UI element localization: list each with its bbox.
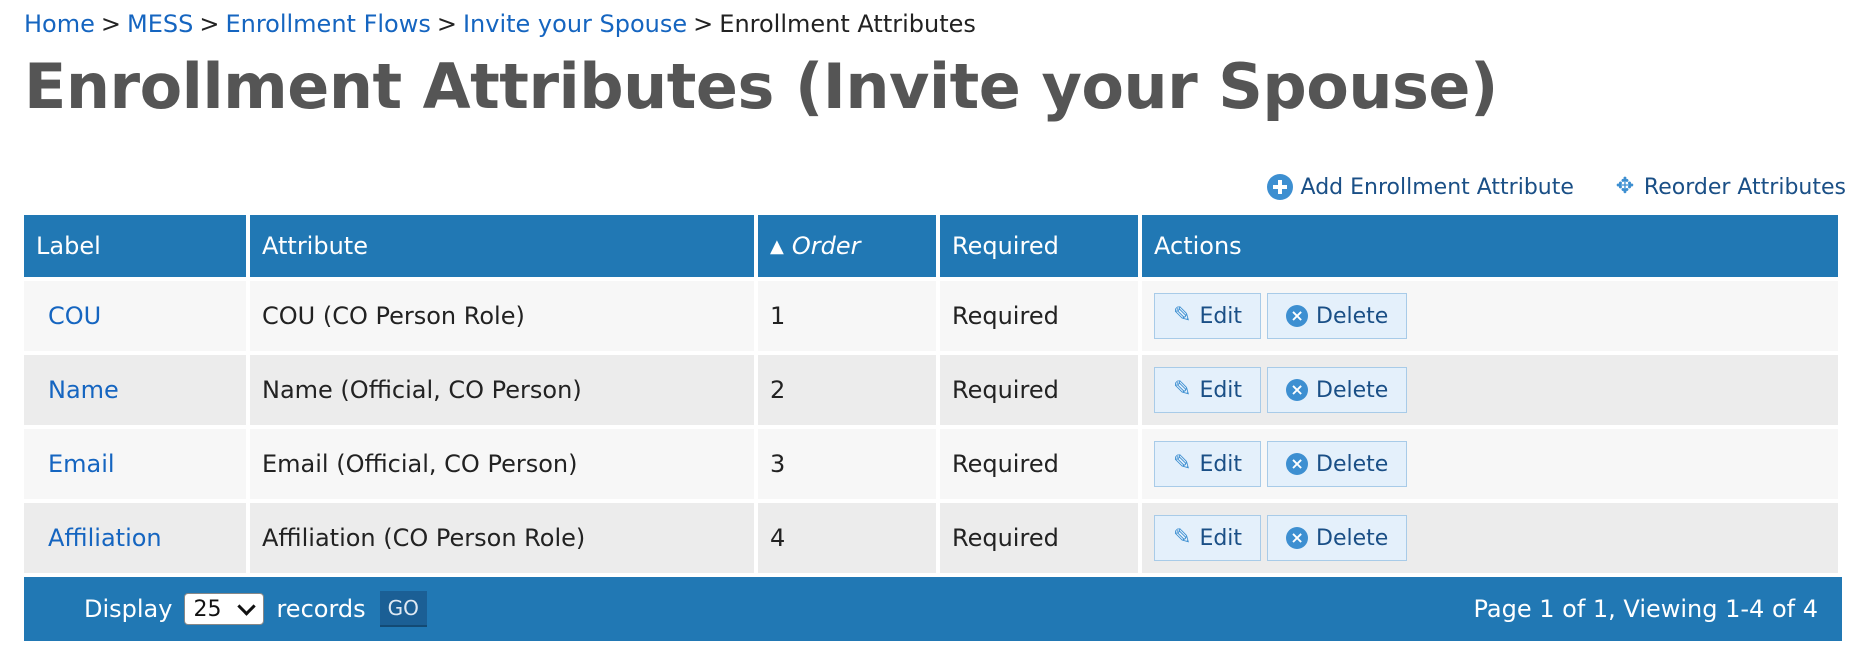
- cell-required: Required: [940, 503, 1138, 573]
- cell-order: 2: [758, 355, 936, 425]
- edit-button[interactable]: ✎ Edit: [1154, 367, 1262, 413]
- delete-button[interactable]: × Delete: [1267, 293, 1408, 339]
- reorder-attributes-label: Reorder Attributes: [1643, 174, 1846, 200]
- x-circle-icon: ×: [1286, 453, 1309, 475]
- column-header-actions: Actions: [1142, 215, 1838, 277]
- breadcrumb-home[interactable]: Home: [24, 10, 95, 38]
- sort-ascending-icon: ▲: [770, 236, 784, 257]
- edit-button[interactable]: ✎ Edit: [1154, 293, 1262, 339]
- records-per-page-control: Display 25 records GO: [84, 591, 427, 627]
- pagination-status: Page 1 of 1, Viewing 1-4 of 4: [1473, 595, 1818, 623]
- display-label: Display: [84, 595, 173, 623]
- edit-label: Edit: [1199, 451, 1243, 477]
- cell-label: Name: [24, 355, 246, 425]
- breadcrumb-separator: >: [100, 10, 121, 38]
- delete-button[interactable]: × Delete: [1267, 515, 1408, 561]
- table-row: Email Email (Official, CO Person) 3 Requ…: [24, 429, 1838, 499]
- add-enrollment-attribute-label: Add Enrollment Attribute: [1300, 174, 1574, 200]
- reorder-attributes-link[interactable]: ✥ Reorder Attributes: [1614, 175, 1846, 200]
- cell-order: 1: [758, 281, 936, 351]
- breadcrumb-separator: >: [436, 10, 457, 38]
- row-label-link[interactable]: COU: [48, 302, 101, 330]
- x-circle-icon: ×: [1286, 379, 1309, 401]
- cell-label: Email: [24, 429, 246, 499]
- add-enrollment-attribute-link[interactable]: Add Enrollment Attribute: [1266, 174, 1574, 200]
- delete-label: Delete: [1316, 525, 1389, 551]
- table-row: Affiliation Affiliation (CO Person Role)…: [24, 503, 1838, 573]
- breadcrumb-invite-your-spouse[interactable]: Invite your Spouse: [463, 10, 687, 38]
- cell-order: 4: [758, 503, 936, 573]
- top-actions: Add Enrollment Attribute ✥ Reorder Attri…: [1266, 174, 1846, 200]
- cell-actions: ✎ Edit × Delete: [1142, 429, 1838, 499]
- enrollment-attributes-table: Label Attribute ▲ Order Required Actions …: [20, 211, 1842, 577]
- page-title: Enrollment Attributes (Invite your Spous…: [24, 50, 1498, 123]
- table-header-row: Label Attribute ▲ Order Required Actions: [24, 215, 1838, 277]
- delete-button[interactable]: × Delete: [1267, 367, 1408, 413]
- cell-attribute: Name (Official, CO Person): [250, 355, 754, 425]
- column-header-order-label: Order: [791, 232, 861, 260]
- table-row: COU COU (CO Person Role) 1 Required ✎ Edi…: [24, 281, 1838, 351]
- cell-required: Required: [940, 281, 1138, 351]
- plus-circle-icon: [1266, 174, 1293, 200]
- cell-actions: ✎ Edit × Delete: [1142, 355, 1838, 425]
- move-icon: ✥: [1615, 174, 1635, 199]
- page: Home > MESS > Enrollment Flows > Invite your S…: [0, 0, 1864, 656]
- cell-order: 3: [758, 429, 936, 499]
- cell-actions: ✎ Edit × Delete: [1142, 503, 1838, 573]
- edit-label: Edit: [1199, 303, 1243, 329]
- edit-button[interactable]: ✎ Edit: [1154, 515, 1262, 561]
- breadcrumb: Home > MESS > Enrollment Flows > Invite your S…: [24, 8, 976, 40]
- cell-label: Affiliation: [24, 503, 246, 573]
- pencil-icon: ✎: [1173, 303, 1192, 328]
- go-button[interactable]: GO: [379, 591, 427, 627]
- cell-attribute: Email (Official, CO Person): [250, 429, 754, 499]
- cell-required: Required: [940, 355, 1138, 425]
- breadcrumb-separator: >: [693, 10, 714, 38]
- pencil-icon: ✎: [1173, 525, 1192, 550]
- records-label: records: [276, 595, 366, 623]
- delete-label: Delete: [1316, 303, 1389, 329]
- table-row: Name Name (Official, CO Person) 2 Requir…: [24, 355, 1838, 425]
- breadcrumb-enrollment-flows[interactable]: Enrollment Flows: [225, 10, 430, 38]
- edit-label: Edit: [1199, 525, 1243, 551]
- cell-actions: ✎ Edit × Delete: [1142, 281, 1838, 351]
- records-per-page-select[interactable]: 25: [184, 593, 265, 625]
- pencil-icon: ✎: [1173, 377, 1192, 402]
- pagination-bar: Display 25 records GO Page 1 of 1, Viewi…: [24, 577, 1842, 641]
- records-per-page-value: 25: [193, 596, 222, 622]
- row-label-link[interactable]: Affiliation: [48, 524, 162, 552]
- breadcrumb-mess[interactable]: MESS: [127, 10, 193, 38]
- chevron-down-icon: [237, 596, 257, 616]
- x-circle-icon: ×: [1286, 305, 1309, 327]
- x-circle-icon: ×: [1286, 527, 1309, 549]
- delete-label: Delete: [1316, 377, 1389, 403]
- row-label-link[interactable]: Name: [48, 376, 119, 404]
- column-header-label[interactable]: Label: [24, 215, 246, 277]
- delete-button[interactable]: × Delete: [1267, 441, 1408, 487]
- breadcrumb-separator: >: [199, 10, 220, 38]
- breadcrumb-current: Enrollment Attributes: [719, 10, 976, 38]
- row-label-link[interactable]: Email: [48, 450, 115, 478]
- edit-label: Edit: [1199, 377, 1243, 403]
- column-header-required[interactable]: Required: [940, 215, 1138, 277]
- delete-label: Delete: [1316, 451, 1389, 477]
- cell-attribute: COU (CO Person Role): [250, 281, 754, 351]
- pencil-icon: ✎: [1173, 451, 1192, 476]
- cell-label: COU: [24, 281, 246, 351]
- column-header-attribute[interactable]: Attribute: [250, 215, 754, 277]
- edit-button[interactable]: ✎ Edit: [1154, 441, 1262, 487]
- column-header-order[interactable]: ▲ Order: [758, 215, 936, 277]
- cell-required: Required: [940, 429, 1138, 499]
- cell-attribute: Affiliation (CO Person Role): [250, 503, 754, 573]
